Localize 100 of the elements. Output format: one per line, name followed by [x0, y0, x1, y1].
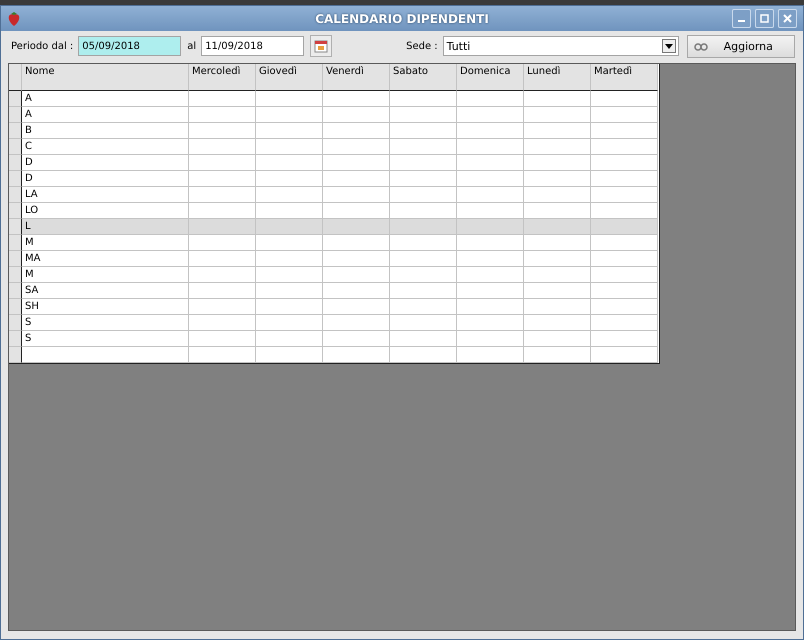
table-cell — [189, 91, 256, 107]
row-header[interactable] — [9, 347, 22, 363]
name-cell: MA — [22, 251, 189, 267]
row-header[interactable] — [9, 171, 22, 187]
table-cell — [390, 251, 457, 267]
table-cell — [256, 267, 323, 283]
close-button[interactable] — [778, 9, 797, 28]
table-cell — [189, 331, 256, 347]
row-header[interactable] — [9, 235, 22, 251]
table-cell — [390, 283, 457, 299]
table-cell — [323, 299, 390, 315]
table-cell — [189, 123, 256, 139]
table-cell — [524, 331, 591, 347]
row-header[interactable] — [9, 315, 22, 331]
table-cell — [189, 267, 256, 283]
table-cell — [524, 155, 591, 171]
table-cell — [256, 123, 323, 139]
maximize-icon — [760, 14, 769, 23]
column-header[interactable]: Venerdì — [323, 64, 390, 91]
table-cell — [256, 331, 323, 347]
table-cell — [189, 299, 256, 315]
strawberry-icon — [7, 10, 21, 26]
table-cell — [390, 267, 457, 283]
column-header[interactable]: Lunedì — [524, 64, 591, 91]
row-header[interactable] — [9, 267, 22, 283]
row-header[interactable] — [9, 187, 22, 203]
column-header[interactable]: Martedì — [591, 64, 658, 91]
row-header[interactable] — [9, 123, 22, 139]
table-cell — [323, 331, 390, 347]
table-cell — [256, 251, 323, 267]
column-header[interactable]: Mercoledì — [189, 64, 256, 91]
table-cell — [524, 107, 591, 123]
table-cell — [457, 235, 524, 251]
table-cell — [323, 235, 390, 251]
table-cell — [457, 331, 524, 347]
table-cell — [524, 171, 591, 187]
period-to-label: al — [187, 40, 196, 52]
table-cell — [323, 91, 390, 107]
table-cell — [390, 171, 457, 187]
name-cell: SA — [22, 283, 189, 299]
row-header[interactable] — [9, 331, 22, 347]
table-cell — [390, 107, 457, 123]
table-cell — [524, 139, 591, 155]
name-cell: LA — [22, 187, 189, 203]
table-cell — [189, 187, 256, 203]
column-header[interactable]: Domenica — [457, 64, 524, 91]
table-cell — [457, 171, 524, 187]
table-cell — [256, 235, 323, 251]
table-cell — [524, 219, 591, 235]
table-cell — [189, 171, 256, 187]
table-cell — [457, 283, 524, 299]
table-cell — [390, 139, 457, 155]
maximize-button[interactable] — [755, 9, 774, 28]
name-cell: A — [22, 91, 189, 107]
table-cell — [189, 107, 256, 123]
table-cell — [256, 171, 323, 187]
row-header[interactable] — [9, 251, 22, 267]
sede-dropdown[interactable]: Tutti — [442, 36, 680, 56]
date-to-field[interactable]: 11/09/2018 — [201, 36, 304, 56]
table-cell — [524, 283, 591, 299]
name-cell: SH — [22, 299, 189, 315]
table-cell — [189, 203, 256, 219]
table-cell — [256, 107, 323, 123]
name-cell: M — [22, 235, 189, 251]
row-header[interactable] — [9, 219, 22, 235]
table-cell — [323, 219, 390, 235]
name-cell: B — [22, 123, 189, 139]
row-header[interactable] — [9, 91, 22, 107]
column-header[interactable]: Giovedì — [256, 64, 323, 91]
table-cell — [390, 155, 457, 171]
row-header[interactable] — [9, 299, 22, 315]
row-header[interactable] — [9, 155, 22, 171]
table-cell — [524, 315, 591, 331]
column-header[interactable]: Sabato — [390, 64, 457, 91]
row-header[interactable] — [9, 203, 22, 219]
row-header[interactable] — [9, 283, 22, 299]
table-cell — [323, 315, 390, 331]
table-cell — [323, 107, 390, 123]
date-from-field[interactable]: 05/09/2018 — [78, 36, 182, 56]
table-cell — [457, 203, 524, 219]
binoculars-icon — [694, 42, 708, 50]
table-cell — [524, 299, 591, 315]
table-cell — [323, 203, 390, 219]
table-cell — [256, 283, 323, 299]
minimize-button[interactable] — [732, 9, 751, 28]
table-cell — [323, 283, 390, 299]
row-header[interactable] — [9, 139, 22, 155]
calendar-button[interactable] — [310, 35, 332, 57]
name-cell: S — [22, 331, 189, 347]
name-cell: S — [22, 315, 189, 331]
column-header[interactable]: Nome — [22, 64, 189, 91]
table-cell — [256, 219, 323, 235]
table-cell — [256, 91, 323, 107]
table-cell — [256, 155, 323, 171]
table-cell — [189, 219, 256, 235]
table-cell — [390, 187, 457, 203]
row-header[interactable] — [9, 107, 22, 123]
refresh-button[interactable]: Aggiorna — [687, 34, 796, 58]
table-cell — [457, 155, 524, 171]
name-cell: L — [22, 219, 189, 235]
